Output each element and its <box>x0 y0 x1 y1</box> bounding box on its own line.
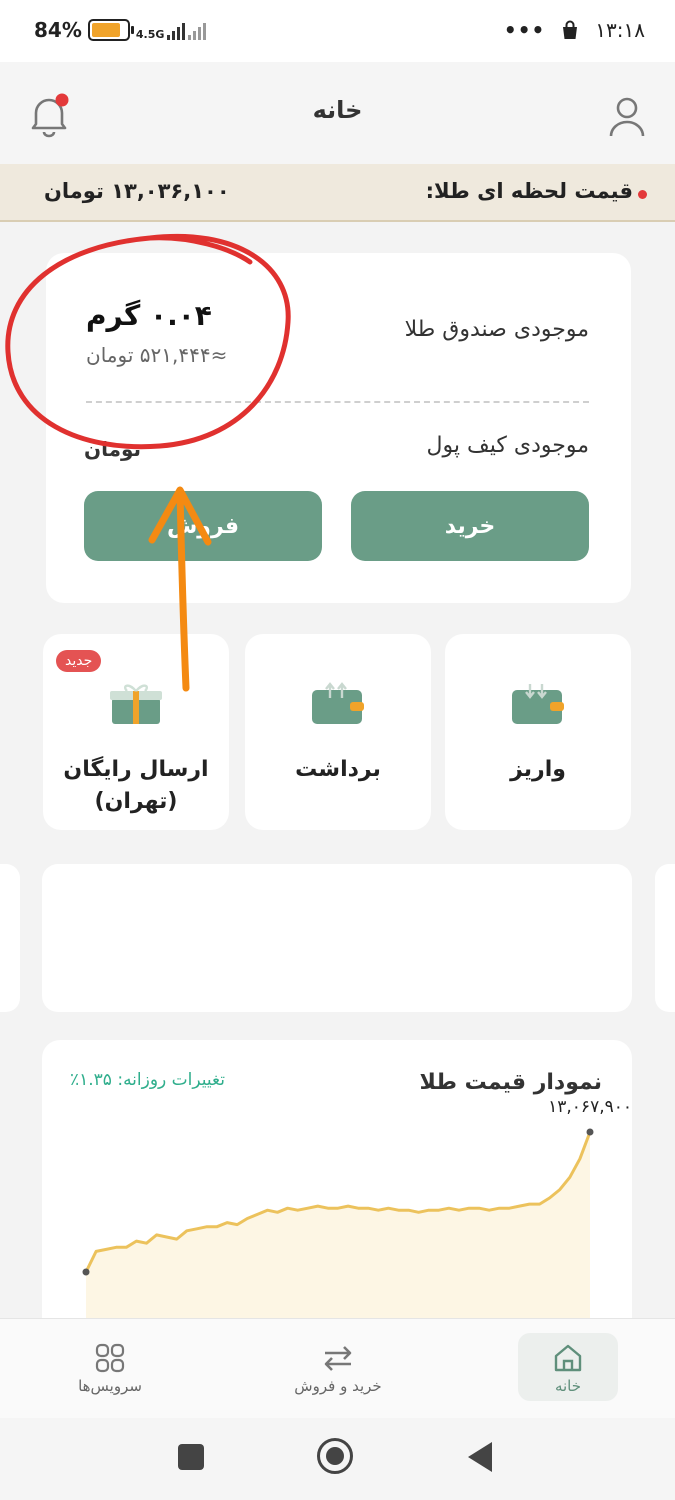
wallet-deposit-icon <box>512 684 564 724</box>
system-navigation-bar <box>0 1418 675 1500</box>
nav-services-label: سرویس‌ها <box>78 1377 142 1395</box>
battery-icon <box>87 19 134 41</box>
shopping-bag-icon <box>563 20 578 39</box>
network-type: 4.5G <box>135 28 165 41</box>
deposit-tile[interactable]: واریز <box>445 634 631 830</box>
gold-fund-amount: ۰.۰۴ گرم <box>86 299 212 332</box>
withdraw-tile[interactable]: برداشت <box>245 634 431 830</box>
gold-fund-label: موجودی صندوق طلا <box>404 317 589 342</box>
wallet-balance-value: تومان <box>84 437 142 461</box>
chart-end-point <box>586 1128 594 1136</box>
buy-button[interactable]: خرید <box>351 491 589 561</box>
free-delivery-tile[interactable]: جدید ارسال رایگان (تهران) <box>43 634 229 830</box>
nav-trade[interactable]: خرید و فروش <box>283 1333 393 1401</box>
user-icon[interactable] <box>607 94 647 138</box>
balance-card: موجودی صندوق طلا ۰.۰۴ گرم ≈۵۲۱,۴۴۴ تومان… <box>46 253 631 603</box>
live-dot-icon <box>638 190 647 199</box>
nav-home[interactable]: خانه <box>518 1333 618 1401</box>
withdraw-label: برداشت <box>295 757 381 782</box>
gold-price-chart-card: نمودار قیمت طلا تغییرات روزانه: ۱.۳۵٪ ۱۳… <box>42 1040 632 1340</box>
free-delivery-label: ارسال رایگان (تهران) <box>63 757 209 814</box>
banner-next-peek[interactable] <box>655 864 675 1012</box>
new-badge: جدید <box>56 650 102 672</box>
chart-last-value-label: ۱۳,۰۶۷,۹۰۰ <box>548 1097 632 1117</box>
chart-start-point <box>82 1268 90 1276</box>
nav-home-label: خانه <box>554 1377 582 1395</box>
battery-percent: 84% <box>34 18 82 42</box>
wallet-balance-label: موجودی کیف پول <box>426 433 589 458</box>
bottom-navigation: خانه خرید و فروش سرویس‌ها <box>0 1318 675 1418</box>
deposit-label: واریز <box>510 757 566 782</box>
banner-previous-peek[interactable] <box>0 864 20 1012</box>
swap-arrows-icon <box>324 1346 352 1371</box>
services-grid-icon <box>95 1343 125 1373</box>
status-left: 84% 4.5G <box>34 18 207 42</box>
signal-bars-icon <box>167 20 186 40</box>
nav-trade-label: خرید و فروش <box>294 1377 382 1395</box>
gold-price-line-chart[interactable]: ۱۳,۰۶۷,۹۰۰ <box>42 1097 632 1340</box>
daily-change: تغییرات روزانه: ۱.۳۵٪ <box>70 1070 225 1090</box>
wallet-withdraw-icon <box>312 682 364 724</box>
promo-banner[interactable] <box>42 864 632 1012</box>
gold-price-value: ۱۳,۰۳۶,۱۰۰ تومان <box>44 179 230 203</box>
gift-icon <box>110 684 162 724</box>
divider <box>86 401 589 403</box>
overflow-dots-icon: ••• <box>503 18 546 42</box>
signal-bars-secondary-icon <box>188 20 207 40</box>
clock: ۱۳:۱۸ <box>595 18 645 42</box>
gold-price-label: قیمت لحظه ای طلا: <box>425 179 633 203</box>
back-icon[interactable] <box>468 1442 492 1472</box>
nav-services[interactable]: سرویس‌ها <box>55 1333 165 1401</box>
gold-fund-toman-value: ≈۵۲۱,۴۴۴ تومان <box>86 343 228 367</box>
status-bar: 84% 4.5G ••• ۱۳:۱۸ <box>0 0 675 62</box>
signal-block: 4.5G <box>136 20 207 40</box>
status-right: ••• ۱۳:۱۸ <box>504 18 645 42</box>
chart-title: نمودار قیمت طلا <box>419 1070 602 1095</box>
page-title: خانه <box>312 96 363 124</box>
recent-apps-icon[interactable] <box>178 1444 204 1470</box>
live-gold-price-bar: قیمت لحظه ای طلا: ۱۳,۰۳۶,۱۰۰ تومان <box>0 164 675 222</box>
sell-button[interactable]: فروش <box>84 491 322 561</box>
system-home-icon[interactable] <box>317 1438 353 1474</box>
home-icon <box>554 1344 582 1372</box>
app-header: خانه <box>0 62 675 164</box>
